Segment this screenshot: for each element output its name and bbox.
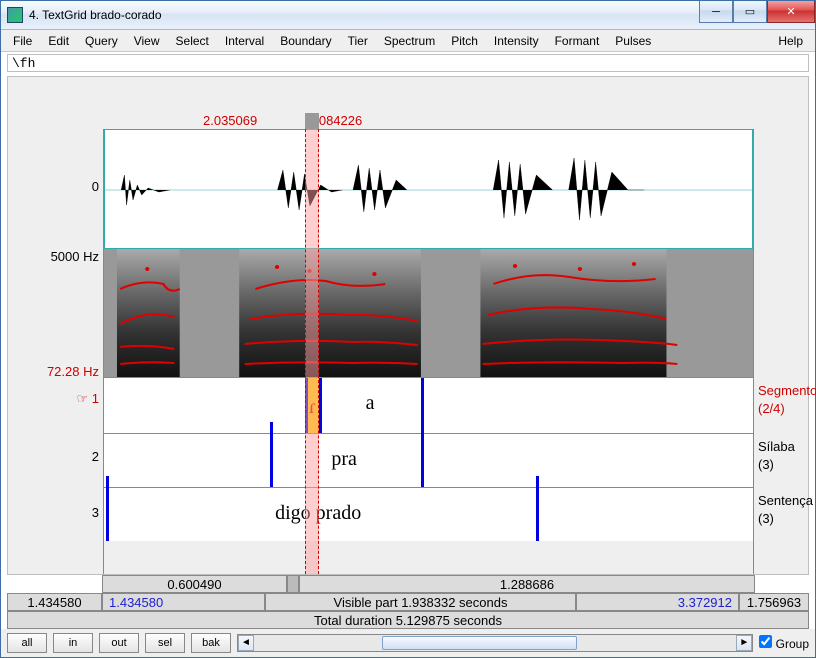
- spectrogram-panel[interactable]: [104, 249, 753, 377]
- menu-pitch[interactable]: Pitch: [443, 32, 486, 50]
- sel-button[interactable]: sel: [145, 633, 185, 653]
- pre-window-time[interactable]: 1.434580: [7, 593, 102, 611]
- tier-1[interactable]: ɾ a: [104, 377, 753, 433]
- scroll-thumb[interactable]: [382, 636, 577, 650]
- total-duration-label[interactable]: Total duration 5.129875 seconds: [7, 611, 809, 629]
- tier-3[interactable]: digo prado: [104, 487, 753, 541]
- close-button[interactable]: ✕: [767, 1, 815, 23]
- scroll-left-arrow[interactable]: ◄: [238, 635, 254, 651]
- selection-times: 2.035069 2.084226: [8, 113, 808, 129]
- waveform-svg: [105, 130, 752, 250]
- wave-zero-label: 0: [92, 179, 99, 194]
- bak-button[interactable]: bak: [191, 633, 231, 653]
- in-button[interactable]: in: [53, 633, 93, 653]
- minimize-button[interactable]: ─: [699, 1, 733, 23]
- window-title: 4. TextGrid brado-corado: [29, 8, 699, 22]
- tier3-text: digo prado: [275, 502, 361, 525]
- tier-2[interactable]: pra: [104, 433, 753, 487]
- tier1-text-1: ɾ: [309, 396, 316, 419]
- ruler-seg-b[interactable]: 1.288686: [299, 575, 755, 593]
- time-ruler-1: 0.600490 1.288686: [7, 575, 809, 593]
- tier2-name: Sílaba: [758, 439, 795, 454]
- menu-spectrum[interactable]: Spectrum: [376, 32, 443, 50]
- bottom-bar: all in out sel bak ◄ ► Group: [1, 629, 815, 657]
- plot-area: 0 5000 Hz 72.28 Hz ☞ 1 2 3: [8, 129, 808, 574]
- horizontal-scrollbar[interactable]: ◄ ►: [237, 634, 753, 652]
- app-window: 4. TextGrid brado-corado ─ ▭ ✕ File Edit…: [0, 0, 816, 658]
- titlebar[interactable]: 4. TextGrid brado-corado ─ ▭ ✕: [1, 1, 815, 30]
- tier3-number: 3: [92, 505, 99, 520]
- tier1-name: Segmento: [758, 383, 816, 398]
- tier3-count: (3): [758, 511, 774, 526]
- selection-end-time: 2.084226: [308, 113, 362, 128]
- menu-boundary[interactable]: Boundary: [272, 32, 339, 50]
- out-button[interactable]: out: [99, 633, 139, 653]
- tier3-boundary-2[interactable]: [536, 476, 539, 541]
- tier2-count: (3): [758, 457, 774, 472]
- post-window-time[interactable]: 1.756963: [739, 593, 809, 611]
- menu-intensity[interactable]: Intensity: [486, 32, 547, 50]
- tier1-boundary-2[interactable]: [319, 378, 322, 433]
- tier3-boundary-1[interactable]: [106, 476, 109, 541]
- visible-part-label[interactable]: Visible part 1.938332 seconds: [265, 593, 577, 611]
- menu-edit[interactable]: Edit: [40, 32, 77, 50]
- left-axis: 0 5000 Hz 72.28 Hz ☞ 1 2 3: [8, 129, 103, 574]
- menu-query[interactable]: Query: [77, 32, 126, 50]
- editor-content: 2.035069 2.084226 0 5000 Hz 72.28 Hz ☞ 1…: [7, 76, 809, 575]
- formula-bar[interactable]: \fh: [7, 54, 809, 72]
- menu-pulses[interactable]: Pulses: [607, 32, 659, 50]
- menu-view[interactable]: View: [126, 32, 168, 50]
- group-checkbox[interactable]: [759, 635, 772, 648]
- menu-file[interactable]: File: [5, 32, 40, 50]
- window-controls: ─ ▭ ✕: [699, 1, 815, 23]
- selection-start-time: 2.035069: [203, 113, 257, 128]
- scroll-right-arrow[interactable]: ►: [736, 635, 752, 651]
- time-ruler-2: 1.434580 1.434580 Visible part 1.938332 …: [7, 593, 809, 611]
- menu-formant[interactable]: Formant: [547, 32, 608, 50]
- all-button[interactable]: all: [7, 633, 47, 653]
- tracks[interactable]: ɾ a pra digo prado: [103, 129, 754, 574]
- menu-select[interactable]: Select: [168, 32, 217, 50]
- tier2-text: pra: [331, 448, 357, 471]
- tier1-boundary-1[interactable]: [305, 378, 308, 433]
- ruler-seg-a[interactable]: 0.600490: [102, 575, 287, 593]
- right-axis: Segmento (2/4) Sílaba (3) Sentença (3): [754, 129, 808, 574]
- group-checkbox-label[interactable]: Group: [759, 635, 809, 651]
- menu-interval[interactable]: Interval: [217, 32, 272, 50]
- menu-bar: File Edit Query View Select Interval Bou…: [1, 30, 815, 52]
- tier3-name: Sentença: [758, 493, 813, 508]
- tier2-boundary-1[interactable]: [270, 422, 273, 487]
- tier2-boundary-2[interactable]: [421, 422, 424, 487]
- maximize-button[interactable]: ▭: [733, 1, 767, 23]
- menu-help[interactable]: Help: [770, 32, 811, 50]
- window-start-time[interactable]: 1.434580: [102, 593, 265, 611]
- waveform-panel[interactable]: [104, 129, 753, 249]
- tier1-pointer: ☞ 1: [77, 391, 100, 407]
- spectro-top-label: 5000 Hz: [51, 249, 99, 264]
- window-end-time[interactable]: 3.372912: [576, 593, 739, 611]
- tier1-text-2: a: [366, 392, 375, 415]
- time-ruler-3: Total duration 5.129875 seconds: [7, 611, 809, 629]
- app-icon: [7, 7, 23, 23]
- spectro-bottom-label: 72.28 Hz: [47, 364, 99, 379]
- tier2-number: 2: [92, 449, 99, 464]
- tier1-count: (2/4): [758, 401, 785, 416]
- menu-tier[interactable]: Tier: [340, 32, 376, 50]
- spectrogram-svg: [104, 249, 753, 377]
